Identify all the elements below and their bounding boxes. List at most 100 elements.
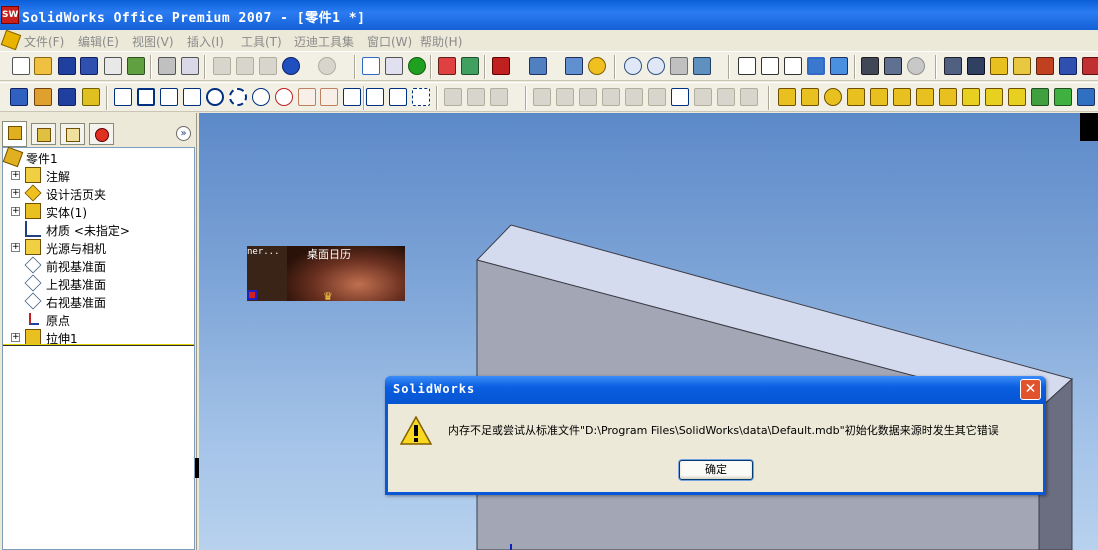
tree-item-solid-bodies[interactable]: + 实体(1) (3, 202, 193, 220)
chamfer-icon[interactable] (985, 88, 1003, 106)
lofted-boss-icon[interactable] (847, 88, 865, 106)
copy-icon[interactable] (236, 57, 254, 75)
extruded-cut-icon[interactable] (870, 88, 888, 106)
print-icon[interactable] (158, 57, 176, 75)
spline-icon[interactable] (366, 88, 384, 106)
menu-help[interactable]: 帮助(H) (420, 33, 462, 50)
revolved-cut-icon[interactable] (893, 88, 911, 106)
solidworks-app-icon[interactable]: SW (1, 6, 19, 24)
point-icon[interactable] (389, 88, 407, 106)
expand-toggle[interactable]: + (11, 243, 20, 252)
rollback-bar[interactable] (3, 344, 194, 346)
shadows-icon[interactable] (884, 57, 902, 75)
zoom-to-fit-icon[interactable] (624, 57, 642, 75)
tab-configurationmanager[interactable] (60, 123, 85, 145)
linear-pattern-icon[interactable] (648, 88, 666, 106)
measure-icon[interactable] (944, 57, 962, 75)
new-document-icon[interactable] (12, 57, 30, 75)
shaded-with-edges-icon[interactable] (807, 57, 825, 75)
tree-item-origin[interactable]: 原点 (3, 310, 193, 328)
rotate-entities-icon[interactable] (602, 88, 620, 106)
revolved-boss-icon[interactable] (801, 88, 819, 106)
expand-toggle[interactable]: + (11, 207, 20, 216)
tab-featuremanager[interactable] (2, 121, 27, 147)
import-diagnostics-icon[interactable] (1036, 57, 1054, 75)
centerline-icon[interactable] (343, 88, 361, 106)
trim-entities-icon[interactable] (533, 88, 551, 106)
menu-tools[interactable]: 工具(T) (241, 33, 282, 50)
tree-item-front-plane[interactable]: 前视基准面 (3, 256, 193, 274)
equations-sigma-icon[interactable] (1059, 57, 1077, 75)
save-all-icon[interactable] (80, 57, 98, 75)
help-icon[interactable] (588, 57, 606, 75)
swept-cut-icon[interactable] (916, 88, 934, 106)
save-icon[interactable] (58, 57, 76, 75)
view-orientation-icon[interactable] (693, 57, 711, 75)
expand-panel-button[interactable]: » (176, 126, 191, 141)
sketch-fillet-icon[interactable] (320, 88, 338, 106)
tree-item-top-plane[interactable]: 上视基准面 (3, 274, 193, 292)
expand-toggle[interactable]: + (11, 333, 20, 342)
repair-sketch-icon[interactable] (717, 88, 735, 106)
menu-window[interactable]: 窗口(W) (367, 33, 412, 50)
perimeter-circle-icon[interactable] (229, 88, 247, 106)
draft-icon[interactable] (1054, 88, 1072, 106)
tree-item-right-plane[interactable]: 右视基准面 (3, 292, 193, 310)
check-icon[interactable] (1013, 57, 1031, 75)
edit-color-icon[interactable] (492, 57, 510, 75)
layout-icon[interactable] (529, 57, 547, 75)
extruded-boss-icon[interactable] (778, 88, 796, 106)
realview-icon[interactable] (907, 57, 925, 75)
section-view-icon[interactable] (861, 57, 879, 75)
sketch-text-icon[interactable] (412, 88, 430, 106)
fillet-icon[interactable] (962, 88, 980, 106)
dialog-title-bar[interactable]: SolidWorks ✕ (385, 376, 1046, 404)
menu-file[interactable]: 文件(F) (24, 33, 64, 50)
previous-view-icon[interactable] (670, 57, 688, 75)
hidden-lines-visible-icon[interactable] (761, 57, 779, 75)
grid-options-icon[interactable] (438, 57, 456, 75)
wireframe-icon[interactable] (738, 57, 756, 75)
sketch-tools-icon[interactable] (82, 88, 100, 106)
menu-view[interactable]: 视图(V) (132, 33, 174, 50)
tree-item-annotations[interactable]: + 注解 (3, 166, 193, 184)
quick-snaps-icon[interactable] (740, 88, 758, 106)
sketch-icon[interactable] (10, 88, 28, 106)
dialog-close-button[interactable]: ✕ (1020, 379, 1041, 400)
hidden-lines-removed-icon[interactable] (784, 57, 802, 75)
tab-dimxpert[interactable] (89, 123, 114, 145)
lofted-cut-icon[interactable] (939, 88, 957, 106)
redo-icon[interactable] (318, 57, 336, 75)
undo-icon[interactable] (282, 57, 300, 75)
select-pointer-icon[interactable] (362, 57, 380, 75)
cut-icon[interactable] (213, 57, 231, 75)
shell-icon[interactable] (1031, 88, 1049, 106)
print-preview-page-icon[interactable] (181, 57, 199, 75)
tab-propertymanager[interactable] (31, 123, 56, 145)
tree-item-material[interactable]: 材质 <未指定> (3, 220, 193, 238)
make-drawing-icon[interactable] (127, 57, 145, 75)
rebuild-traffic-light-icon[interactable] (408, 57, 426, 75)
mirror-entities-icon[interactable] (444, 88, 462, 106)
mass-properties-icon[interactable] (967, 57, 985, 75)
smart-dimension-icon[interactable] (58, 88, 76, 106)
polygon-icon[interactable] (183, 88, 201, 106)
move-entities-icon[interactable] (579, 88, 597, 106)
delete-icon[interactable] (259, 57, 277, 75)
slot-icon[interactable] (160, 88, 178, 106)
3d-sketch-icon[interactable] (34, 88, 52, 106)
menu-maidi-toolset[interactable]: 迈迪工具集 (294, 33, 354, 50)
offset-entities-icon[interactable] (467, 88, 485, 106)
feature-statistics-icon[interactable] (1082, 57, 1098, 75)
menu-insert[interactable]: 插入(I) (187, 33, 224, 50)
circle-icon[interactable] (206, 88, 224, 106)
line-icon[interactable] (114, 88, 132, 106)
section-properties-icon[interactable] (990, 57, 1008, 75)
three-point-arc-icon[interactable] (298, 88, 316, 106)
select-filter-icon[interactable] (385, 57, 403, 75)
zoom-to-area-icon[interactable] (647, 57, 665, 75)
shaded-icon[interactable] (830, 57, 848, 75)
appearance-icon[interactable] (461, 57, 479, 75)
options-list-icon[interactable] (565, 57, 583, 75)
ok-button[interactable]: 确定 (679, 460, 753, 480)
